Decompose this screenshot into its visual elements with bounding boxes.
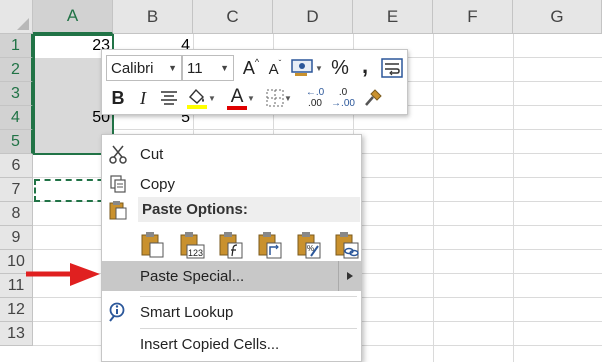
shrink-font-glyph: A bbox=[268, 61, 279, 78]
font-color-letter: A bbox=[230, 85, 244, 107]
column-header-a[interactable]: A bbox=[33, 0, 113, 34]
row-header-7[interactable]: 7 bbox=[0, 178, 33, 202]
mini-toolbar: Calibri ▼ 11 ▼ A ^ Aˇ ▼ % , B I ▼ A ▼ ▼ … bbox=[101, 49, 408, 115]
menu-item-cut-label: Cut bbox=[140, 145, 164, 163]
fill-color-button[interactable]: ▼ bbox=[184, 84, 218, 112]
font-color-button[interactable]: A ▼ bbox=[224, 84, 258, 112]
paste-icon bbox=[141, 232, 164, 258]
select-all-corner[interactable] bbox=[0, 0, 33, 34]
row-header-6[interactable]: 6 bbox=[0, 154, 33, 178]
menu-item-insert-copied-cells-label: Insert Copied Cells... bbox=[140, 335, 280, 353]
borders-icon bbox=[266, 89, 284, 107]
format-painter-button[interactable] bbox=[360, 84, 386, 112]
fill-color-swatch bbox=[187, 105, 208, 109]
paste-formulas-icon bbox=[219, 232, 243, 259]
paste-option-link[interactable] bbox=[334, 231, 360, 259]
submenu-arrow-icon bbox=[338, 261, 361, 291]
row-header-9[interactable]: 9 bbox=[0, 226, 33, 250]
menu-item-copy[interactable]: Copy bbox=[102, 169, 361, 199]
menu-item-smart-lookup-label: Smart Lookup bbox=[140, 303, 234, 321]
column-header-e[interactable]: E bbox=[353, 0, 433, 34]
row-header-4[interactable]: 4 bbox=[0, 106, 33, 130]
paste-formatting-icon: % bbox=[297, 232, 321, 259]
row-header-2[interactable]: 2 bbox=[0, 58, 33, 82]
menu-item-paste-special-label: Paste Special... bbox=[140, 267, 245, 285]
context-menu: Cut Copy Paste Options: 123 % Paste Spec… bbox=[101, 134, 362, 362]
paste-option-values[interactable]: 123 bbox=[179, 231, 205, 259]
align-center-icon bbox=[161, 91, 177, 105]
menu-item-cut[interactable]: Cut bbox=[102, 139, 361, 169]
paste-option-transpose[interactable] bbox=[257, 231, 283, 259]
chevron-down-icon: ▼ bbox=[315, 63, 323, 73]
chevron-down-icon: ▼ bbox=[168, 63, 177, 73]
paste-options-header: Paste Options: bbox=[138, 197, 360, 222]
decrease-decimal-button[interactable]: .0 →.00 bbox=[330, 84, 356, 112]
font-color-glyph: A bbox=[227, 85, 248, 110]
accounting-format-button[interactable]: ▼ bbox=[290, 55, 324, 81]
font-color-swatch bbox=[227, 105, 248, 110]
menu-item-copy-label: Copy bbox=[140, 175, 176, 193]
font-size-value: 11 bbox=[187, 59, 203, 77]
font-name-value: Calibri bbox=[111, 59, 154, 77]
menu-item-paste-special[interactable]: Paste Special... bbox=[102, 261, 361, 291]
column-header-g[interactable]: G bbox=[513, 0, 602, 34]
grow-font-button[interactable]: A ^ bbox=[240, 55, 262, 81]
caret-up-icon: ^ bbox=[254, 57, 260, 67]
clipboard-icon bbox=[107, 199, 129, 221]
paste-values-icon: 123 bbox=[180, 232, 205, 259]
borders-button[interactable]: ▼ bbox=[262, 86, 296, 110]
column-header-f[interactable]: F bbox=[433, 0, 513, 34]
column-header-c[interactable]: C bbox=[193, 0, 273, 34]
paste-option-paste[interactable] bbox=[140, 231, 166, 259]
gridline bbox=[513, 34, 514, 362]
comma-style-button[interactable]: , bbox=[356, 53, 374, 79]
copy-icon bbox=[107, 173, 129, 195]
italic-button[interactable]: I bbox=[134, 86, 152, 110]
font-size-combo[interactable]: 11 ▼ bbox=[182, 55, 234, 81]
paint-bucket-icon bbox=[187, 88, 208, 109]
row-header-8[interactable]: 8 bbox=[0, 202, 33, 226]
grow-font-glyph: A bbox=[242, 57, 255, 78]
menu-item-insert-copied-cells[interactable]: Insert Copied Cells... bbox=[102, 329, 361, 359]
paste-option-formatting[interactable]: % bbox=[296, 231, 322, 259]
chevron-down-icon: ▼ bbox=[247, 93, 255, 103]
paste-transpose-icon bbox=[258, 232, 282, 259]
wrap-text-button[interactable] bbox=[380, 55, 404, 81]
row-header-1[interactable]: 1 bbox=[0, 34, 33, 58]
chevron-down-icon: ▼ bbox=[284, 93, 292, 103]
column-header-b[interactable]: B bbox=[113, 0, 193, 34]
menu-item-smart-lookup[interactable]: Smart Lookup bbox=[102, 297, 361, 327]
smart-lookup-icon bbox=[107, 301, 129, 323]
decrease-decimal-arrow-icon: →.00 bbox=[331, 98, 355, 109]
format-painter-icon bbox=[365, 89, 382, 106]
accounting-format-icon bbox=[291, 59, 313, 76]
align-center-button[interactable] bbox=[158, 86, 180, 110]
red-arrow-icon bbox=[26, 263, 100, 286]
increase-decimal-glyph: .00 bbox=[308, 98, 322, 109]
paste-option-formulas[interactable] bbox=[218, 231, 244, 259]
shrink-font-button[interactable]: Aˇ bbox=[264, 55, 286, 81]
decrease-decimal-glyph: .0 bbox=[338, 87, 348, 98]
row-header-3[interactable]: 3 bbox=[0, 82, 33, 106]
paste-link-icon bbox=[335, 232, 359, 259]
chevron-down-icon: ▼ bbox=[220, 63, 229, 73]
select-all-triangle-icon bbox=[17, 18, 29, 30]
caret-down-icon: ˇ bbox=[278, 58, 282, 68]
row-header-12[interactable]: 12 bbox=[0, 298, 33, 322]
gridline bbox=[433, 34, 434, 362]
increase-decimal-arrow-icon: ←.0 bbox=[305, 87, 325, 98]
increase-decimal-button[interactable]: ←.0 .00 bbox=[302, 84, 328, 112]
font-name-combo[interactable]: Calibri ▼ bbox=[106, 55, 182, 81]
paste-values-label: 123 bbox=[188, 248, 203, 258]
bold-button[interactable]: B bbox=[108, 86, 128, 110]
wrap-text-icon bbox=[381, 58, 403, 78]
row-header-5[interactable]: 5 bbox=[0, 130, 33, 154]
chevron-down-icon: ▼ bbox=[208, 93, 216, 103]
row-header-13[interactable]: 13 bbox=[0, 322, 33, 346]
scissors-icon bbox=[107, 143, 129, 165]
column-header-d[interactable]: D bbox=[273, 0, 353, 34]
percent-style-button[interactable]: % bbox=[328, 55, 352, 81]
